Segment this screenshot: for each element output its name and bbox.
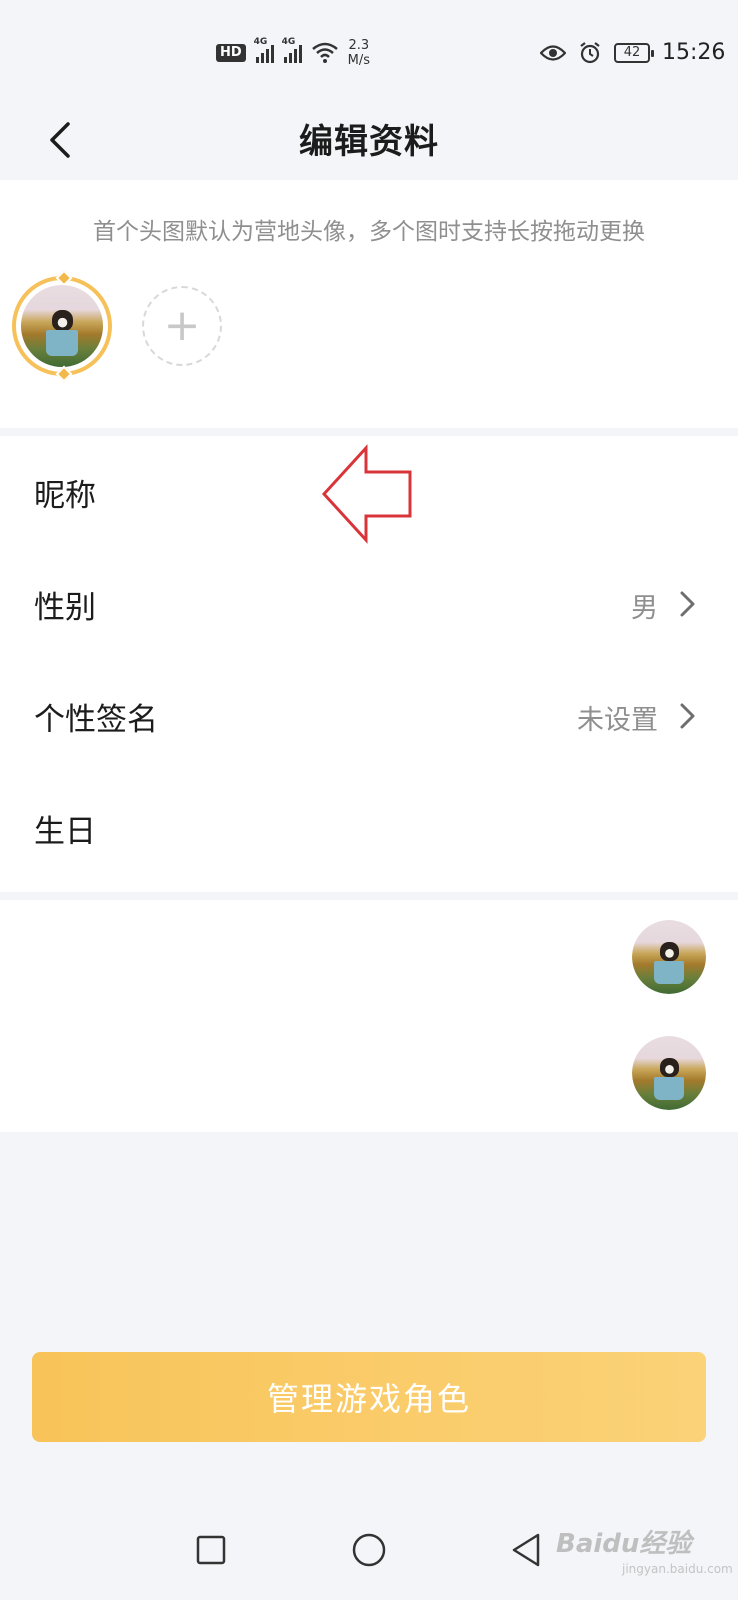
avatar-photo	[21, 285, 103, 367]
red-arrow-annotation	[321, 444, 412, 544]
signature-label: 个性签名	[34, 702, 158, 738]
eye-icon	[540, 44, 566, 61]
hd-badge: HD	[216, 44, 246, 62]
network-type-label: 4G	[253, 37, 268, 47]
diamond-icon	[55, 365, 73, 383]
speed-value: 2.3	[348, 38, 370, 53]
avatar-section: 首个头图默认为营地头像，多个图时支持长按拖动更换 +	[0, 180, 738, 428]
form-row-birthday[interactable]: 生日	[0, 772, 738, 884]
primary-avatar[interactable]	[12, 269, 112, 383]
speed-unit: M/s	[347, 53, 371, 68]
chevron-right-icon	[680, 703, 695, 729]
page-title: 编辑资料	[299, 122, 439, 162]
battery-icon: 42	[614, 42, 654, 63]
form-row-signature[interactable]: 个性签名 未设置	[0, 660, 738, 772]
linked-account-avatar[interactable]	[632, 1036, 706, 1110]
birthday-label: 生日	[34, 814, 96, 850]
linked-accounts-section	[0, 900, 738, 1132]
signal-icon: 4G	[254, 37, 274, 63]
status-bar: HD 4G 4G 2.3 M/s 42 15:26	[0, 0, 738, 100]
home-button[interactable]	[345, 1526, 393, 1574]
avatar-hint: 首个头图默认为营地头像，多个图时支持长按拖动更换	[93, 219, 645, 245]
status-left: HD 4G 4G 2.3 M/s	[216, 37, 370, 68]
add-avatar-button[interactable]: +	[142, 286, 222, 366]
network-speed: 2.3 M/s	[348, 38, 370, 68]
plus-icon: +	[163, 300, 201, 351]
alarm-icon	[580, 41, 600, 63]
linked-account-avatar[interactable]	[632, 920, 706, 994]
form-row-nickname[interactable]: 昵称	[0, 436, 738, 548]
avatar-photo	[632, 1036, 706, 1110]
manage-game-roles-button[interactable]: 管理游戏角色	[32, 1352, 706, 1442]
signal-icon: 4G	[282, 37, 302, 63]
profile-form: 昵称 性别 男 个性签名 未设置 生日	[0, 436, 738, 892]
diamond-icon	[55, 269, 73, 287]
gender-value: 男	[631, 593, 658, 624]
chevron-right-icon	[680, 591, 695, 617]
wifi-icon	[311, 42, 338, 63]
home-circle-icon	[352, 1533, 386, 1567]
baidu-watermark: Baidu经验	[556, 1529, 692, 1559]
avatar-photo	[632, 920, 706, 994]
back-triangle-icon	[512, 1533, 540, 1567]
system-nav-bar: Baidu经验 jingyan.baidu.com	[0, 1500, 738, 1600]
baidu-watermark-url: jingyan.baidu.com	[622, 1562, 733, 1576]
header: 编辑资料	[0, 100, 738, 180]
nickname-label: 昵称	[34, 478, 96, 514]
network-type-label: 4G	[281, 37, 296, 47]
recents-square-icon	[196, 1535, 226, 1565]
form-row-gender[interactable]: 性别 男	[0, 548, 738, 660]
system-back-button[interactable]	[502, 1526, 550, 1574]
clock: 15:26	[662, 40, 726, 65]
status-right: 42 15:26	[540, 40, 725, 65]
recents-button[interactable]	[187, 1526, 235, 1574]
gender-label: 性别	[34, 590, 96, 626]
signature-value: 未设置	[577, 705, 658, 736]
